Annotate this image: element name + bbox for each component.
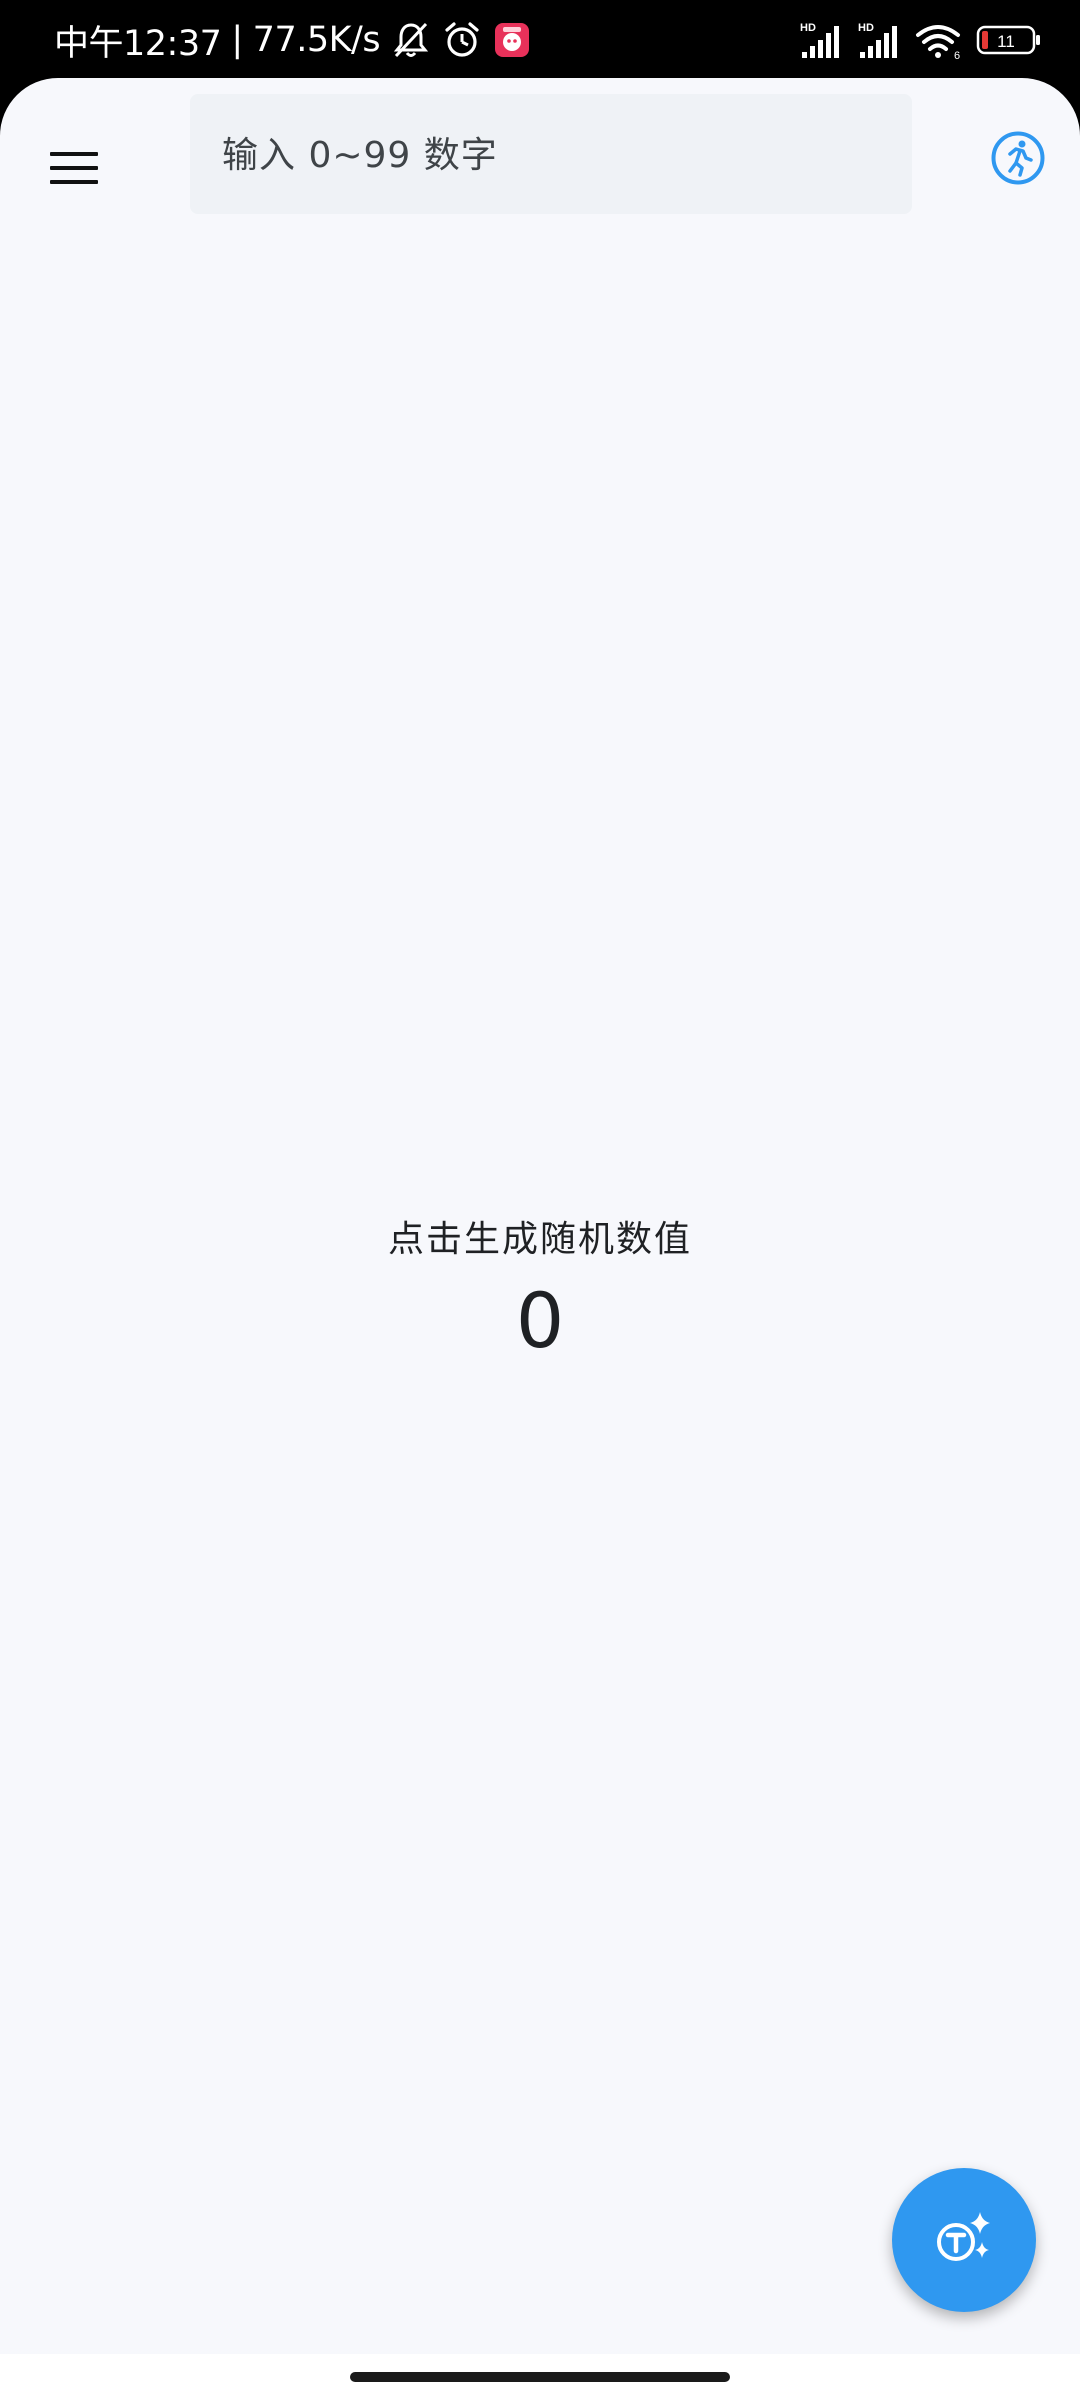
menu-icon [50,152,98,184]
menu-button[interactable] [26,120,122,216]
search-input[interactable] [220,94,884,216]
signal-1-icon: HD [800,22,839,58]
bell-off-icon [392,20,430,60]
status-bar: 中午12:37 | 77.5K/s HD HD 6 11 [0,0,1080,80]
search-box [190,94,912,216]
translate-fab[interactable] [892,2168,1036,2312]
home-indicator[interactable] [350,2372,730,2382]
wifi-icon: 6 [916,25,960,60]
signal-1-label: HD [800,22,816,34]
random-value: 0 [515,1276,565,1365]
signal-2-icon: HD [858,22,897,58]
status-left: 中午12:37 | 77.5K/s [54,16,530,64]
status-separator: | [231,20,243,60]
network-speed: 77.5K/s [252,20,381,60]
status-right: HD HD 6 11 [798,16,1042,64]
app-notification-icon [494,22,530,58]
running-person-icon [991,131,1045,185]
wifi-badge: 6 [954,50,960,60]
run-button[interactable] [982,122,1054,194]
center-block: 点击生成随机数值 0 [0,1210,1080,1366]
app-surface: 点击生成随机数值 0 [0,78,1080,2400]
signal-2-label: HD [858,22,874,34]
generate-prompt: 点击生成随机数值 [387,1219,692,1260]
battery-level: 11 [997,32,1015,51]
battery-icon: 11 [976,25,1040,55]
translate-sparkle-icon [937,2212,990,2261]
status-time: 中午12:37 [54,23,222,64]
alarm-icon [442,20,482,60]
